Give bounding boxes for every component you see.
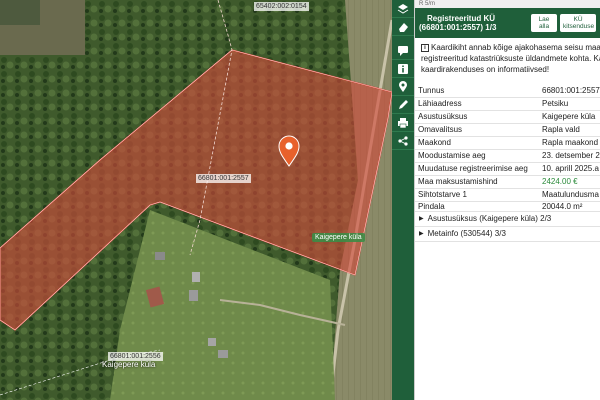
parcel-main-label: 66801:001:2557 xyxy=(196,174,251,183)
scale-text: R 5/m xyxy=(415,0,600,8)
owners-button[interactable]: KÜ kitsenduse xyxy=(560,14,596,32)
layers-icon xyxy=(397,3,409,14)
section-settlement[interactable]: ▶ Asustusüksus (Kaigepere küla) 2/3 xyxy=(415,212,600,227)
section-metainfo[interactable]: ▶ Metainfo (530544) 3/3 xyxy=(415,227,600,242)
eraser-tool[interactable] xyxy=(392,18,414,36)
notice-line-1: Kaardikiht annab kõige ajakohasema seisu… xyxy=(431,43,600,52)
print-tool[interactable] xyxy=(392,114,414,132)
map-toolbar xyxy=(392,0,414,400)
notice-line-2: registreeritud katastriüksuste üldandmet… xyxy=(421,54,600,63)
caret-right-icon: ▶ xyxy=(419,231,424,237)
comment-tool[interactable] xyxy=(392,42,414,60)
layers-tool[interactable] xyxy=(392,0,414,18)
share-icon xyxy=(398,135,408,146)
tax-value: 2424.00 € xyxy=(539,175,600,189)
panel-title: Registreeritud KÜ (66801:001:2557) 1/3 xyxy=(419,14,528,32)
table-row: Maakond Rapla maakond xyxy=(415,136,600,150)
table-row: Tunnus 66801:001:2557 xyxy=(415,84,600,98)
table-row: Omavalitsus Rapla vald xyxy=(415,123,600,137)
table-row: Moodustamise aeg 23. detsember 2 xyxy=(415,149,600,163)
pencil-icon xyxy=(399,99,408,109)
caret-right-icon: ▶ xyxy=(419,216,424,222)
map-view[interactable]: 65402:002:0154 66801:001:2557 Kaigepere … xyxy=(0,0,392,400)
location-tool[interactable] xyxy=(392,78,414,96)
parcel-top-label: 65402:002:0154 xyxy=(254,2,309,11)
table-row: Sihtotstarve 1 Maatulundusma xyxy=(415,188,600,202)
attribute-table: Tunnus 66801:001:2557 Lähiaadress Petsiku … xyxy=(415,84,600,212)
table-row: Muudatuse registreerimise aeg 10. aprill … xyxy=(415,162,600,176)
table-row: Maa maksustamishind 2424.00 € xyxy=(415,175,600,189)
panel-header: Registreeritud KÜ (66801:001:2557) 1/3 L… xyxy=(415,8,600,38)
table-row: Pindala 20044.0 m² xyxy=(415,201,600,212)
info-tool[interactable] xyxy=(392,60,414,78)
panel-title-line1: Registreeritud KÜ xyxy=(427,14,496,23)
table-row: Asustusüksus Kaigepere küla xyxy=(415,110,600,124)
aerial-imagery xyxy=(0,0,392,400)
info-icon xyxy=(398,63,408,74)
bottom-village-text: Kaigepere küla xyxy=(102,360,156,369)
panel-title-line2: (66801:001:2557) 1/3 xyxy=(419,23,497,32)
measure-tool[interactable] xyxy=(392,96,414,114)
village-label: Kaigepere küla xyxy=(312,233,365,242)
print-icon xyxy=(398,117,408,128)
comment-icon xyxy=(398,45,408,56)
info-panel: R 5/m Registreeritud KÜ (66801:001:2557)… xyxy=(414,0,600,400)
location-icon xyxy=(399,80,407,92)
table-row: Lähiaadress Petsiku xyxy=(415,97,600,111)
eraser-icon xyxy=(399,22,408,32)
notice-text: i Kaardikiht annab kõige ajakohasema seis… xyxy=(415,38,600,84)
notice-line-3: kaardirakenduses on informatiivsed! xyxy=(421,65,550,74)
share-tool[interactable] xyxy=(392,132,414,150)
info-notice-icon: i xyxy=(421,43,429,52)
download-button[interactable]: Lae alla xyxy=(531,14,557,32)
